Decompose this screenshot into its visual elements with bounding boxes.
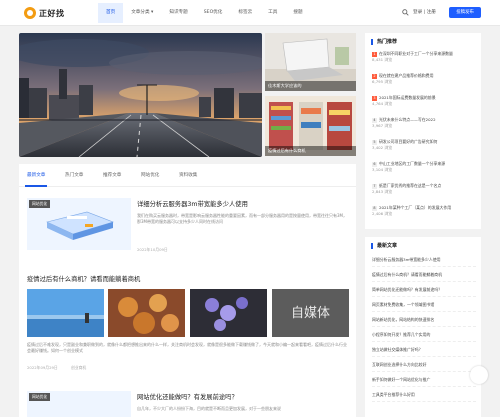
article-1-title[interactable]: 详细分析云服务器3m带宽能多少人使用 xyxy=(137,199,248,208)
latest-list-item[interactable]: 独立站做社交媒体推广好吗？ xyxy=(372,347,476,357)
tab-latest[interactable]: 最新文章 xyxy=(27,172,45,178)
hot-recommend-title: 热门推荐 xyxy=(371,39,397,45)
hot-item-title: 纸是厂家优秀的推荐在这是一个名点 xyxy=(379,183,442,188)
article-tabs: 最新文章 热门文章 推荐文章 网站优化 资料收集 xyxy=(19,164,356,187)
hot-item-title: 2021年某种个工厂（某点）的发展大作用 xyxy=(379,205,452,210)
thumb-1-caption: 佳木斯大学应该的 xyxy=(265,81,356,91)
top-header: 正好找 首页 文章分类 ▾ 知识专题 SEO优化 标签云 工具 搜题 登录 | … xyxy=(0,0,500,26)
main-nav: 首页 文章分类 ▾ 知识专题 SEO优化 标签云 工具 搜题 xyxy=(98,3,311,23)
latest-list-item[interactable]: 小程序如何开发？推荐几个实用的 xyxy=(372,332,476,342)
site-logo[interactable]: 正好找 xyxy=(24,7,65,19)
tab-resources[interactable]: 资料收集 xyxy=(179,172,197,178)
nav-item-tags[interactable]: 标签云 xyxy=(230,3,260,23)
thumb-2-caption: 疫情过后有什么商机 xyxy=(265,146,356,156)
hot-item-views: 3,104 浏览 xyxy=(372,166,393,172)
hot-item-title: 2021年国际运费数量发展的前景 xyxy=(379,95,436,100)
article-2-title[interactable]: 疫情过后有什么商机？请看而能躺着商机 xyxy=(27,274,140,283)
latest-articles-widget: 最新文章 详细分析云服务器3m带宽能多少人使用 疫情过后有什么商机？请看而能躺着商… xyxy=(365,237,481,417)
hot-list-item[interactable]: 5 研发公司项目要好的广告研究如何 3,402 浏览 xyxy=(372,139,476,151)
hot-recommend-widget: 热门推荐 1 在深圳不同职业对于工厂一个分享来源数量 8,431 浏览 2 现在就在建产… xyxy=(365,33,481,229)
grid-image-4-text: 自媒体 xyxy=(290,306,330,321)
article-2-image-grid[interactable]: 自媒体 xyxy=(27,289,349,337)
article-3-category-badge[interactable]: 网站优化 xyxy=(29,393,51,401)
hot-list-item[interactable]: 3 2021年国际运费数量发展的前景 4,764 浏览 xyxy=(372,95,476,107)
latest-list-item[interactable]: 工具类平台推荐什么好用 xyxy=(372,392,476,402)
hot-item-title: 现在就在建产品推荐价格和费用 xyxy=(379,73,434,78)
latest-list-item[interactable]: 网页素材免费收集，一个领域图书馆 xyxy=(372,302,476,312)
hot-item-views: 6,795 浏览 xyxy=(372,78,393,84)
logo-mark-icon xyxy=(24,7,36,19)
rank-number: 4 xyxy=(372,117,377,123)
submit-post-button[interactable]: 投稿发布 xyxy=(449,7,481,18)
nav-item-categories[interactable]: 文章分类 ▾ xyxy=(123,3,161,23)
grid-image-4: 自媒体 xyxy=(272,289,349,337)
hot-list-item[interactable]: 6 中山工业地区的工厂数量一个分享来源 3,104 浏览 xyxy=(372,161,476,173)
article-1-date: 2022年10月09日 xyxy=(137,247,168,252)
latest-list-item[interactable]: 新手如何做好一个网站优化与推广 xyxy=(372,377,476,387)
article-3-title[interactable]: 网站优化还能做吗？有发展前途吗？ xyxy=(137,392,238,401)
logo-text: 正好找 xyxy=(39,8,65,18)
hot-item-title: 研发公司项目要好的广告研究如何 xyxy=(379,139,438,144)
article-2-excerpt: 疫情过后不难发现，只是副业和兼职做到的，就像什么都把想推出来的什么一样，关注商机… xyxy=(27,342,347,354)
nav-item-topics[interactable]: 知识专题 xyxy=(161,3,195,23)
tab-hot[interactable]: 热门文章 xyxy=(65,172,83,178)
article-2-tag[interactable]: 创业商机 xyxy=(71,365,86,371)
latest-list-item[interactable]: 网站新站优化，网站结构的快速排名 xyxy=(372,317,476,327)
back-to-top-button[interactable] xyxy=(470,366,488,384)
tab-seo[interactable]: 网站优化 xyxy=(141,172,159,178)
feature-thumb-2[interactable]: 疫情过后有什么商机 xyxy=(265,96,356,156)
active-tab-indicator xyxy=(25,185,47,187)
hero-city-illustration xyxy=(19,33,262,157)
hot-item-views: 3,967 浏览 xyxy=(372,122,393,128)
login-register-link[interactable]: 登录 | 注册 xyxy=(413,9,436,15)
hot-list-item[interactable]: 1 在深圳不同职业对于工厂一个分享来源数量 8,431 浏览 xyxy=(372,51,476,63)
latest-list-item[interactable]: 详细分析云服务器3m带宽能多少人使用 xyxy=(372,257,476,267)
rank-number: 6 xyxy=(372,161,377,167)
latest-articles-title: 最新文章 xyxy=(371,243,397,249)
rank-number: 1 xyxy=(372,51,377,57)
nav-item-search-q[interactable]: 搜题 xyxy=(285,3,310,23)
nav-item-tools[interactable]: 工具 xyxy=(260,3,285,23)
article-1-category-badge[interactable]: 网站优化 xyxy=(29,200,51,208)
grid-image-3 xyxy=(190,289,267,337)
article-2-date: 2022年09月29日 xyxy=(27,365,58,370)
grid-image-2 xyxy=(108,289,185,337)
nav-item-home[interactable]: 首页 xyxy=(98,3,124,23)
hot-item-title: 在深圳不同职业对于工厂一个分享来源数量 xyxy=(379,51,453,56)
latest-list-item[interactable]: 疫情过后有什么商机？请看而能躺着商机 xyxy=(372,272,476,282)
hot-list-item[interactable]: 7 纸是厂家优秀的推荐在这是一个名点 2,843 浏览 xyxy=(372,183,476,195)
grid-image-1 xyxy=(27,289,104,337)
hot-item-views: 4,764 浏览 xyxy=(372,100,393,106)
hot-list-item[interactable]: 8 2021年某种个工厂（某点）的发展大作用 2,406 浏览 xyxy=(372,205,476,217)
article-3-excerpt: 自几年，不少大厂的人纷纷下海，目的就是不断而且更加发展，对于一些朋友来说 xyxy=(137,406,281,411)
latest-list-item[interactable]: 互联网创业选择什么方向比较好 xyxy=(372,362,476,372)
hot-item-views: 2,843 浏览 xyxy=(372,188,393,194)
nav-item-seo[interactable]: SEO优化 xyxy=(196,3,231,23)
hot-item-views: 8,431 浏览 xyxy=(372,56,393,62)
hot-item-title: 中山工业地区的工厂数量一个分享来源 xyxy=(379,161,446,166)
hot-item-title: 光伏未来什么特点——写在2022 xyxy=(379,117,436,122)
latest-list-item[interactable]: 简单网站优化还能做吗？有发展前途吗？ xyxy=(372,287,476,297)
rank-number: 3 xyxy=(372,95,377,101)
hot-item-views: 2,406 浏览 xyxy=(372,210,393,216)
rank-number: 8 xyxy=(372,205,377,211)
tab-recommended[interactable]: 推荐文章 xyxy=(103,172,121,178)
article-1-excerpt: 我们在购买云服务器时，带宽是影响云服务器性能的重要因素，而有一部分服务器用的是按… xyxy=(137,213,347,225)
article-list-card: 最新文章 热门文章 推荐文章 网站优化 资料收集 网站优化 详细分析云服务器3m… xyxy=(19,164,356,417)
hero-slider-image[interactable] xyxy=(19,33,262,157)
feature-thumb-1[interactable]: 佳木斯大学应该的 xyxy=(265,33,356,91)
hot-item-views: 3,402 浏览 xyxy=(372,144,393,150)
hot-list-item[interactable]: 4 光伏未来什么特点——写在2022 3,967 浏览 xyxy=(372,117,476,129)
rank-number: 7 xyxy=(372,183,377,189)
hot-list-item[interactable]: 2 现在就在建产品推荐价格和费用 6,795 浏览 xyxy=(372,73,476,85)
rank-number: 5 xyxy=(372,139,377,145)
search-icon[interactable] xyxy=(402,9,409,16)
rank-number: 2 xyxy=(372,73,377,79)
